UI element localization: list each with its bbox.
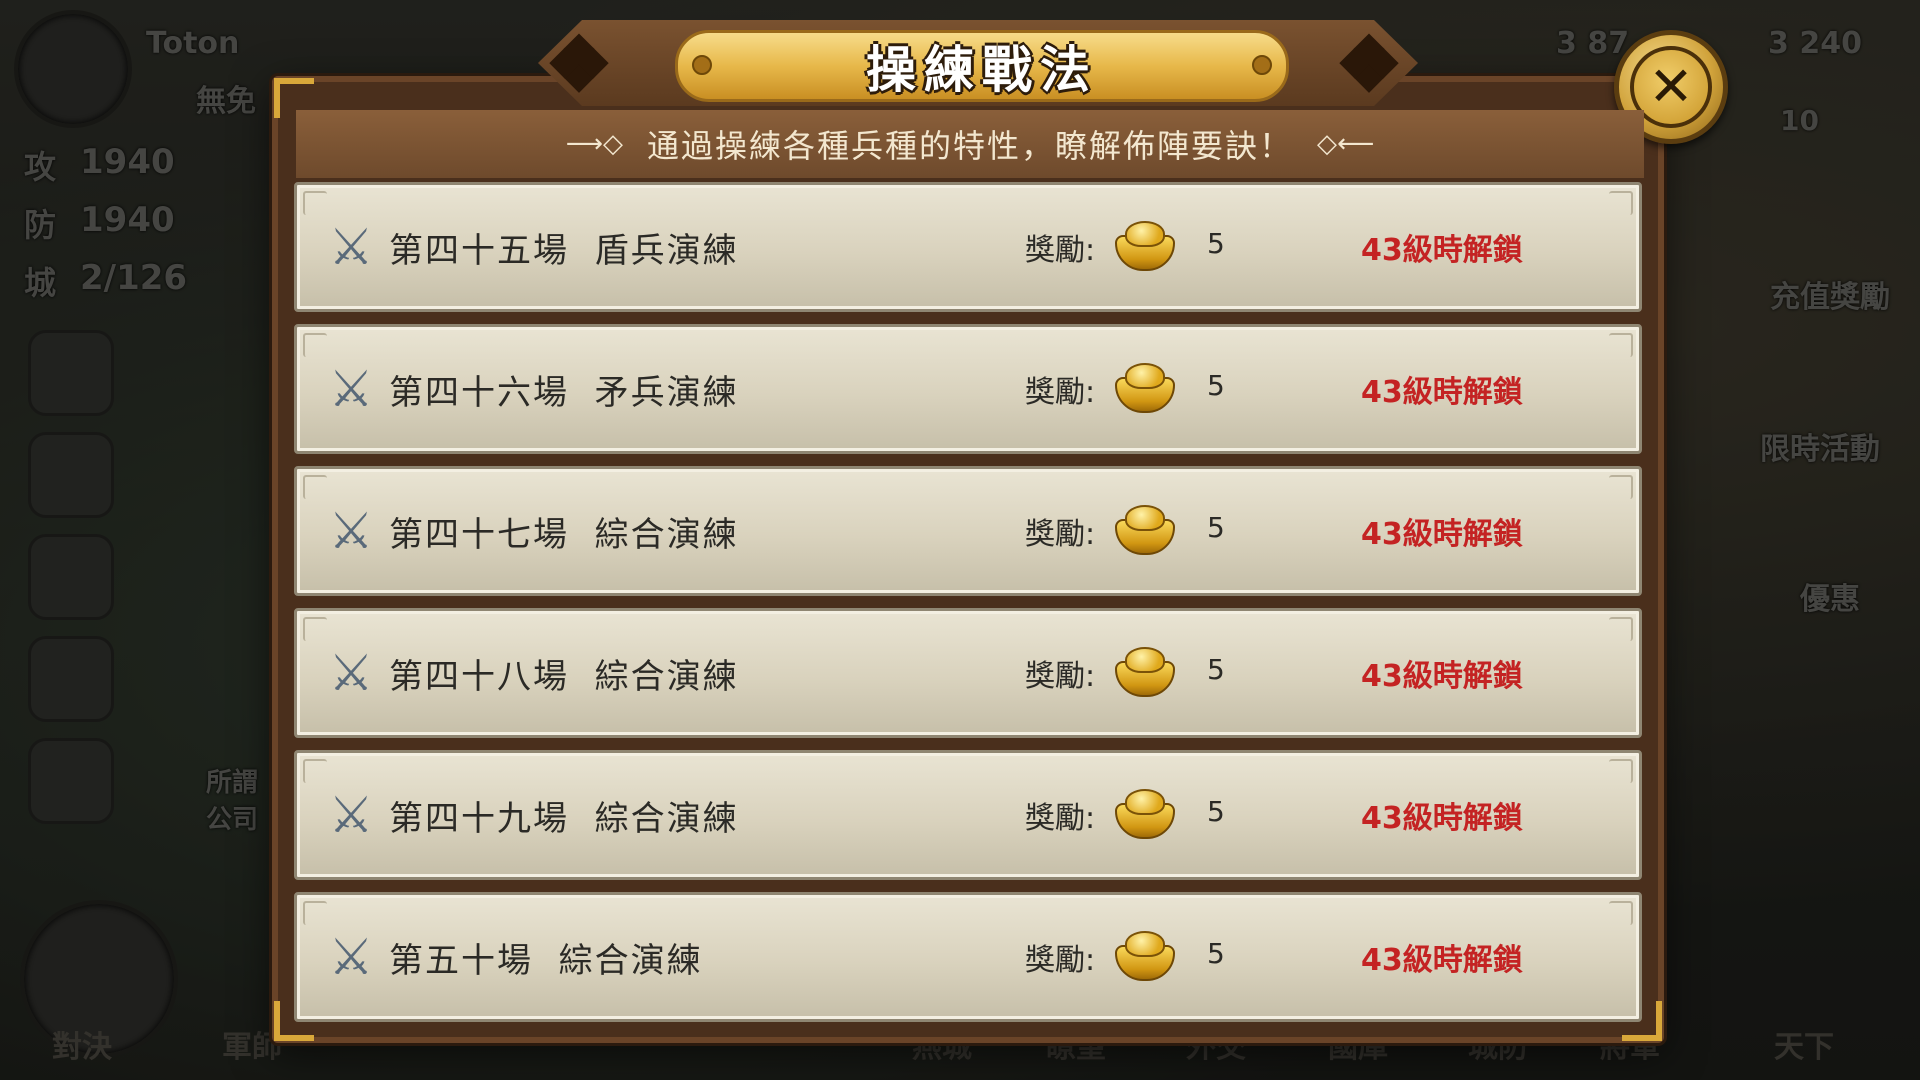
title-banner: 操練戰法	[675, 30, 1289, 102]
reward-label: 獎勵:	[1025, 659, 1096, 694]
crossed-swords-icon: ⚔	[328, 928, 374, 986]
stage-title: 第四十六場 矛兵演練	[389, 365, 739, 414]
stage-title: 第五十場 綜合演練	[389, 933, 703, 982]
reward-amount: 5	[1207, 937, 1225, 970]
reward-amount: 5	[1207, 511, 1225, 544]
reward-label: 獎勵:	[1025, 943, 1096, 978]
reward-label: 獎勵:	[1025, 375, 1096, 410]
unlock-requirement: 43級時解鎖	[1361, 517, 1523, 552]
stage-name: 綜合演練	[594, 657, 739, 697]
stage-number: 第四十九場	[389, 799, 569, 839]
reward-amount: 5	[1207, 653, 1225, 686]
crossed-swords-icon: ⚔	[328, 360, 374, 418]
ornament-left-icon: ⟶◇	[565, 129, 623, 159]
training-row[interactable]: ⚔ 第五十場 綜合演練 獎勵: 5 43級時解鎖	[294, 892, 1642, 1022]
gold-ingot-icon	[1115, 363, 1175, 413]
training-row[interactable]: ⚔ 第四十八場 綜合演練 獎勵: 5 43級時解鎖	[294, 608, 1642, 738]
training-row[interactable]: ⚔ 第四十五場 盾兵演練 獎勵: 5 43級時解鎖	[294, 182, 1642, 312]
unlock-requirement: 43級時解鎖	[1361, 233, 1523, 268]
training-list: ⚔ 第四十五場 盾兵演練 獎勵: 5 43級時解鎖 ⚔ 第四十六場 矛兵演練 獎…	[294, 182, 1642, 1034]
gold-ingot-icon	[1115, 789, 1175, 839]
crossed-swords-icon: ⚔	[328, 502, 374, 560]
ornament-right-icon: ◇⟵	[1317, 129, 1375, 159]
reward-label: 獎勵:	[1025, 517, 1096, 552]
stage-number: 第四十六場	[389, 373, 569, 413]
stage-name: 綜合演練	[558, 941, 703, 981]
stage-number: 第四十八場	[389, 657, 569, 697]
dialog-title: 操練戰法	[866, 41, 1098, 99]
stage-title: 第四十八場 綜合演練	[389, 649, 739, 698]
reward-label: 獎勵:	[1025, 801, 1096, 836]
unlock-requirement: 43級時解鎖	[1361, 801, 1523, 836]
stage-title: 第四十七場 綜合演練	[389, 507, 739, 556]
crossed-swords-icon: ⚔	[328, 786, 374, 844]
unlock-requirement: 43級時解鎖	[1361, 375, 1523, 410]
training-row[interactable]: ⚔ 第四十九場 綜合演練 獎勵: 5 43級時解鎖	[294, 750, 1642, 880]
training-row[interactable]: ⚔ 第四十七場 綜合演練 獎勵: 5 43級時解鎖	[294, 466, 1642, 596]
stage-title: 第四十五場 盾兵演練	[389, 223, 739, 272]
reward-amount: 5	[1207, 227, 1225, 260]
reward-amount: 5	[1207, 369, 1225, 402]
reward-label: 獎勵:	[1025, 233, 1096, 268]
stage-number: 第五十場	[389, 941, 533, 981]
unlock-requirement: 43級時解鎖	[1361, 943, 1523, 978]
crossed-swords-icon: ⚔	[328, 644, 374, 702]
stage-name: 綜合演練	[594, 799, 739, 839]
dialog-subtitle: 通過操練各種兵種的特性，瞭解佈陣要訣！	[646, 127, 1293, 165]
stage-number: 第四十五場	[389, 231, 569, 271]
stage-name: 綜合演練	[594, 515, 739, 555]
stage-number: 第四十七場	[389, 515, 569, 555]
subtitle-band: ⟶◇ 通過操練各種兵種的特性，瞭解佈陣要訣！ ◇⟵	[296, 110, 1644, 178]
stage-name: 盾兵演練	[594, 231, 739, 271]
stage-title: 第四十九場 綜合演練	[389, 791, 739, 840]
gold-ingot-icon	[1115, 505, 1175, 555]
unlock-requirement: 43級時解鎖	[1361, 659, 1523, 694]
crossed-swords-icon: ⚔	[328, 218, 374, 276]
reward-amount: 5	[1207, 795, 1225, 828]
gold-ingot-icon	[1115, 221, 1175, 271]
training-row[interactable]: ⚔ 第四十六場 矛兵演練 獎勵: 5 43級時解鎖	[294, 324, 1642, 454]
stage-name: 矛兵演練	[594, 373, 739, 413]
gold-ingot-icon	[1115, 931, 1175, 981]
gold-ingot-icon	[1115, 647, 1175, 697]
